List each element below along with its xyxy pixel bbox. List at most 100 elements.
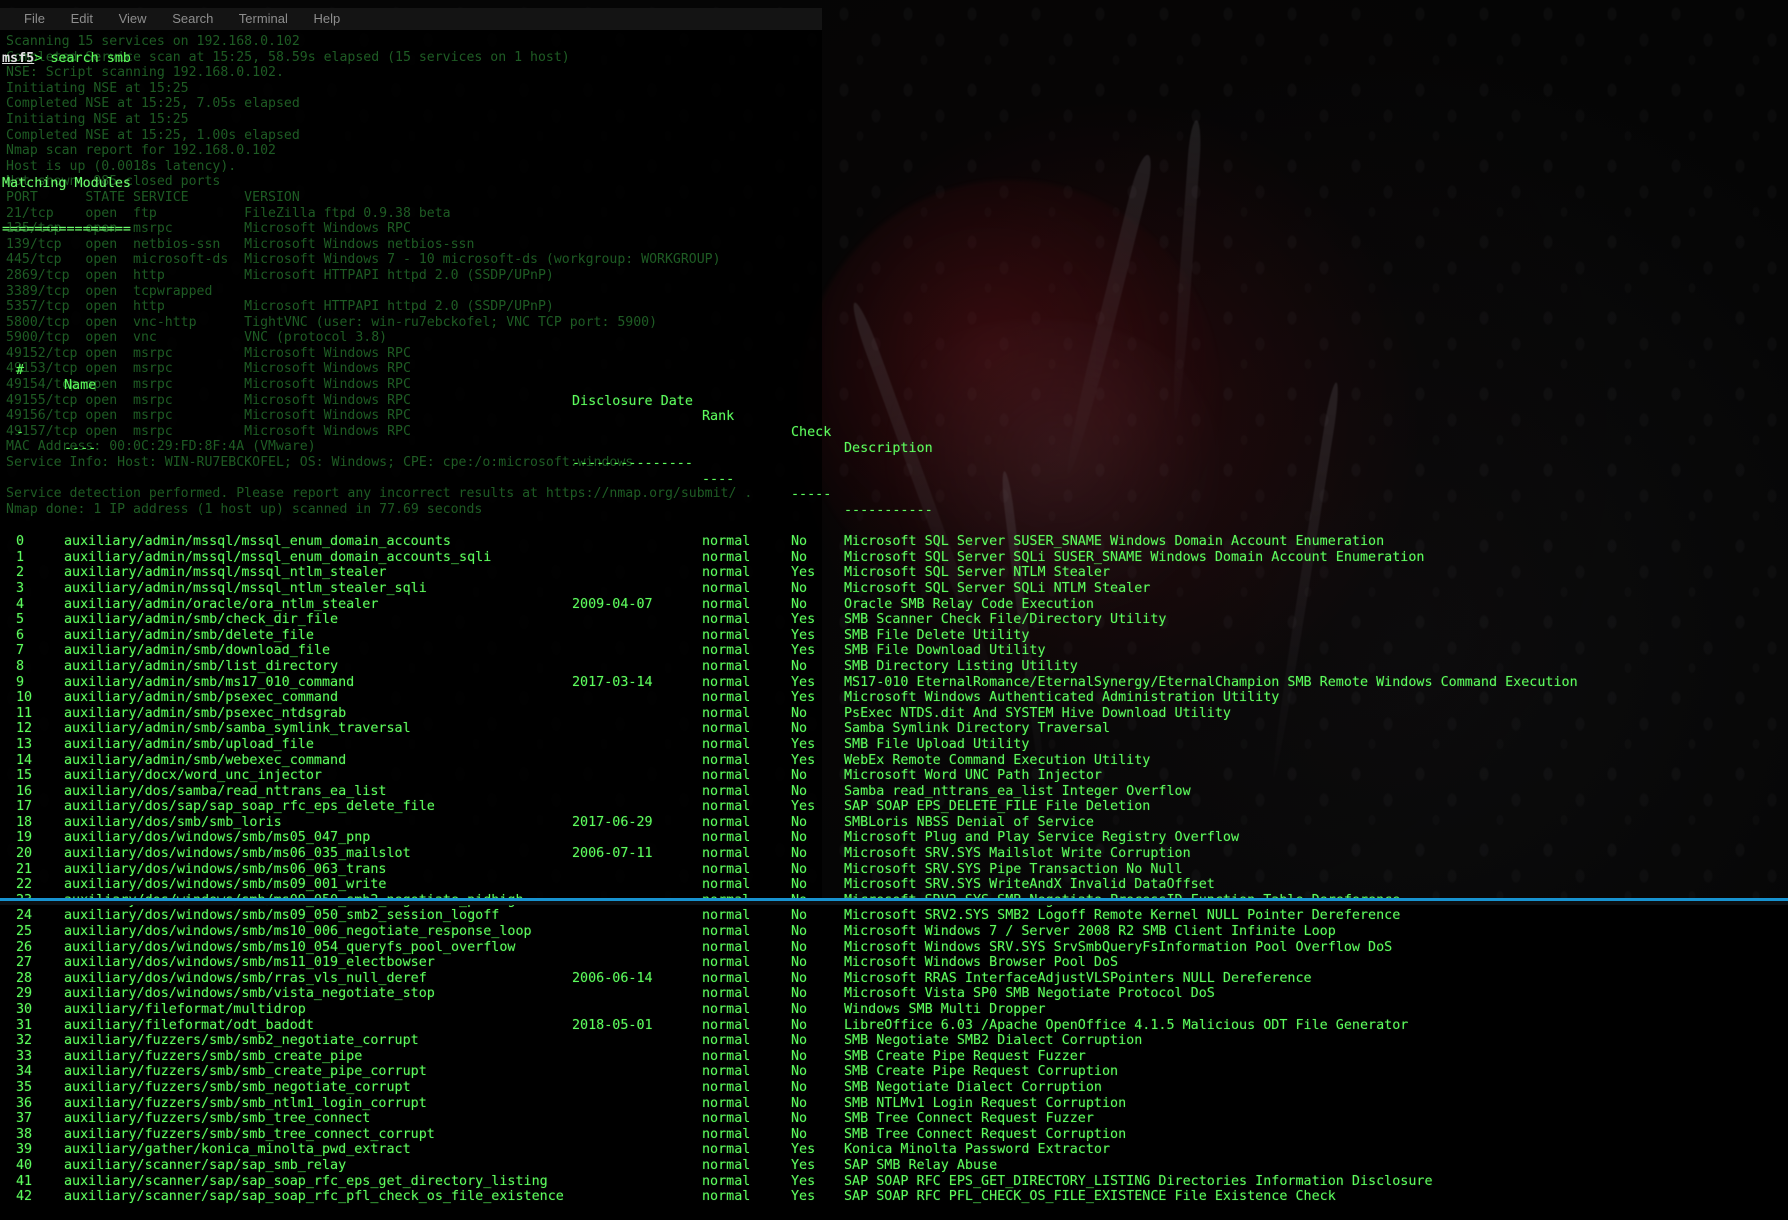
table-row: 1 auxiliary/admin/mssql/mssql_enum_domain… (2, 550, 1788, 566)
cell-name: auxiliary/dos/windows/smb/ms09_001_write (64, 877, 387, 893)
cell-description: Microsoft SRV.SYS WriteAndX Invalid Data… (844, 877, 1215, 893)
table-row: 15 auxiliary/docx/word_unc_injector normal… (2, 768, 1788, 784)
cell-index: 2 (16, 565, 25, 581)
cell-rank: normal (702, 986, 751, 1002)
cell-name: auxiliary/dos/windows/smb/ms11_019_elect… (64, 955, 435, 971)
table-row: 34 auxiliary/fuzzers/smb/smb_create_pipe_… (2, 1064, 1788, 1080)
table-row: 22 auxiliary/dos/windows/smb/ms09_001_wri… (2, 877, 1788, 893)
cell-check: No (791, 1017, 808, 1033)
table-row: 38 auxiliary/fuzzers/smb/smb_tree_connect… (2, 1127, 1788, 1143)
table-row: 31 auxiliary/fileformat/odt_badodt 2018-05… (2, 1018, 1788, 1034)
cell-check: No (791, 1111, 808, 1127)
column-rule-index: - (16, 425, 25, 441)
cell-rank: normal (702, 721, 751, 737)
cell-check: Yes (791, 565, 816, 581)
cell-name: auxiliary/scanner/sap/sap_smb_relay (64, 1157, 347, 1173)
cell-check: No (791, 580, 808, 596)
cell-disclosure-date: 2017-03-14 (572, 674, 653, 690)
cell-description: SMB File Download Utility (844, 643, 1046, 659)
cell-rank: normal (702, 1157, 751, 1173)
cell-index: 42 (16, 1189, 33, 1205)
cell-index: 19 (16, 830, 33, 846)
cell-index: 11 (16, 705, 33, 721)
desktop-panel-strip[interactable] (0, 898, 1788, 905)
cell-rank: normal (702, 783, 751, 799)
column-rule-description: ----------- (844, 503, 933, 518)
cell-check: Yes (791, 752, 816, 768)
cell-rank: normal (702, 705, 751, 721)
table-row: 32 auxiliary/fuzzers/smb/smb2_negotiate_c… (2, 1033, 1788, 1049)
cell-index: 26 (16, 939, 33, 955)
cell-index: 20 (16, 846, 33, 862)
cell-rank: normal (702, 1033, 751, 1049)
table-row: 24 auxiliary/dos/windows/smb/ms09_050_smb… (2, 908, 1788, 924)
cell-disclosure-date: 2006-06-14 (572, 970, 653, 986)
cell-rank: normal (702, 549, 751, 565)
column-header-check: Check (791, 425, 832, 441)
cell-rank: normal (702, 939, 751, 955)
cell-description: WebEx Remote Command Execution Utility (844, 752, 1151, 768)
cell-index: 24 (16, 908, 33, 924)
cell-name: auxiliary/docx/word_unc_injector (64, 768, 322, 784)
cell-description: SMB File Delete Utility (844, 627, 1030, 643)
cell-index: 28 (16, 970, 33, 986)
cell-rank: normal (702, 1189, 751, 1205)
table-row: 10 auxiliary/admin/smb/psexec_command norm… (2, 690, 1788, 706)
cell-description: SMB File Upload Utility (844, 736, 1030, 752)
cell-rank: normal (702, 1064, 751, 1080)
cell-index: 10 (16, 690, 33, 706)
cell-check: No (791, 1126, 808, 1142)
column-rule-disclosure-date: --------------- (572, 456, 693, 472)
cell-check: Yes (791, 736, 816, 752)
table-row: 4 auxiliary/admin/oracle/ora_ntlm_stealer… (2, 597, 1788, 613)
cell-rank: normal (702, 534, 751, 550)
table-row: 26 auxiliary/dos/windows/smb/ms10_054_que… (2, 940, 1788, 956)
cell-check: No (791, 768, 808, 784)
cell-check: No (791, 970, 808, 986)
cell-check: No (791, 658, 808, 674)
cell-description: Konica Minolta Password Extractor (844, 1142, 1111, 1158)
cell-check: Yes (791, 799, 816, 815)
cell-rank: normal (702, 643, 751, 659)
table-row: 8 auxiliary/admin/smb/list_directory norma… (2, 659, 1788, 675)
cell-description: Microsoft Plug and Play Service Registry… (844, 830, 1240, 846)
cell-name: auxiliary/dos/windows/smb/ms10_006_negot… (64, 924, 532, 940)
cell-name: auxiliary/admin/smb/samba_symlink_traver… (64, 721, 411, 737)
table-row: 27 auxiliary/dos/windows/smb/ms11_019_ele… (2, 955, 1788, 971)
cell-index: 0 (16, 534, 25, 550)
cell-rank: normal (702, 580, 751, 596)
cell-description: Microsoft Vista SP0 SMB Negotiate Protoc… (844, 986, 1215, 1002)
cell-index: 17 (16, 799, 33, 815)
cell-description: Microsoft Word UNC Path Injector (844, 768, 1102, 784)
table-row: 39 auxiliary/gather/konica_minolta_pwd_ex… (2, 1142, 1788, 1158)
cell-check: No (791, 814, 808, 830)
cell-name: auxiliary/admin/smb/list_directory (64, 658, 339, 674)
column-rule-rank: ---- (702, 471, 735, 487)
cell-disclosure-date: 2006-07-11 (572, 846, 653, 862)
cell-check: No (791, 986, 808, 1002)
cell-rank: normal (702, 736, 751, 752)
cell-name: auxiliary/admin/smb/psexec_ntdsgrab (64, 705, 347, 721)
cell-description: SMB NTLMv1 Login Request Corruption (844, 1095, 1127, 1111)
cell-description: SMB Negotiate Dialect Corruption (844, 1079, 1102, 1095)
cell-check: Yes (791, 1173, 816, 1189)
cell-description: Samba read_nttrans_ea_list Integer Overf… (844, 783, 1191, 799)
table-row: 7 auxiliary/admin/smb/download_file normal… (2, 643, 1788, 659)
cell-rank: normal (702, 908, 751, 924)
table-row: 2 auxiliary/admin/mssql/mssql_ntlm_steale… (2, 565, 1788, 581)
cell-rank: normal (702, 814, 751, 830)
cell-check: Yes (791, 612, 816, 628)
cell-name: auxiliary/dos/samba/read_nttrans_ea_list (64, 783, 387, 799)
cell-check: No (791, 924, 808, 940)
cell-index: 32 (16, 1033, 33, 1049)
table-header-row: # Name Disclosure Date Rank Check Descri… (2, 347, 1788, 456)
cell-index: 27 (16, 955, 33, 971)
cell-description: SMB Create Pipe Request Fuzzer (844, 1048, 1086, 1064)
cell-description: SMB Create Pipe Request Corruption (844, 1064, 1119, 1080)
cell-rank: normal (702, 830, 751, 846)
cell-index: 34 (16, 1064, 33, 1080)
cell-name: auxiliary/admin/mssql/mssql_enum_domain_… (64, 534, 451, 550)
cell-check: Yes (791, 627, 816, 643)
msfconsole-terminal[interactable]: msf5> search smb Matching Modules ======… (0, 0, 1788, 1204)
